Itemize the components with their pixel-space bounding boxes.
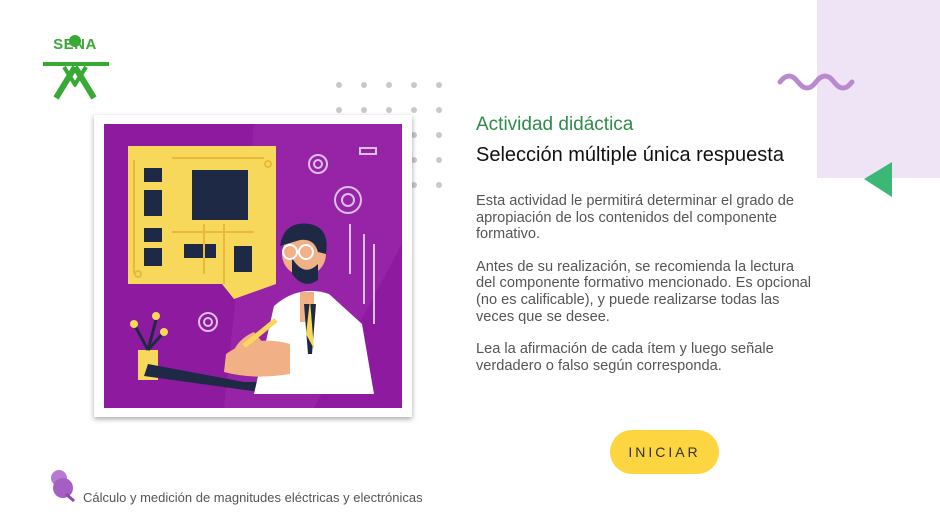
activity-description: Esta actividad le permitirá determinar e… [476,193,816,390]
pushpin-icon [51,470,75,502]
sena-logo: SENA [40,34,112,102]
description-paragraph: Esta actividad le permitirá determinar e… [476,193,794,243]
description-paragraph: Lea la afirmación de cada ítem y luego s… [476,341,774,374]
engineer-circuit-illustration [104,124,402,408]
start-button[interactable]: INICIAR [610,430,719,474]
triangle-pointer-icon [864,162,892,197]
activity-title: Selección múltiple única respuesta [476,144,784,166]
logo-text: SENA [53,36,97,53]
illustration-frame [94,115,412,417]
activity-subtitle: Actividad didáctica [476,114,634,135]
course-name: Cálculo y medición de magnitudes eléctri… [83,490,423,505]
description-paragraph: Antes de su realización, se recomienda l… [476,258,812,325]
wave-decoration-icon [777,73,855,91]
